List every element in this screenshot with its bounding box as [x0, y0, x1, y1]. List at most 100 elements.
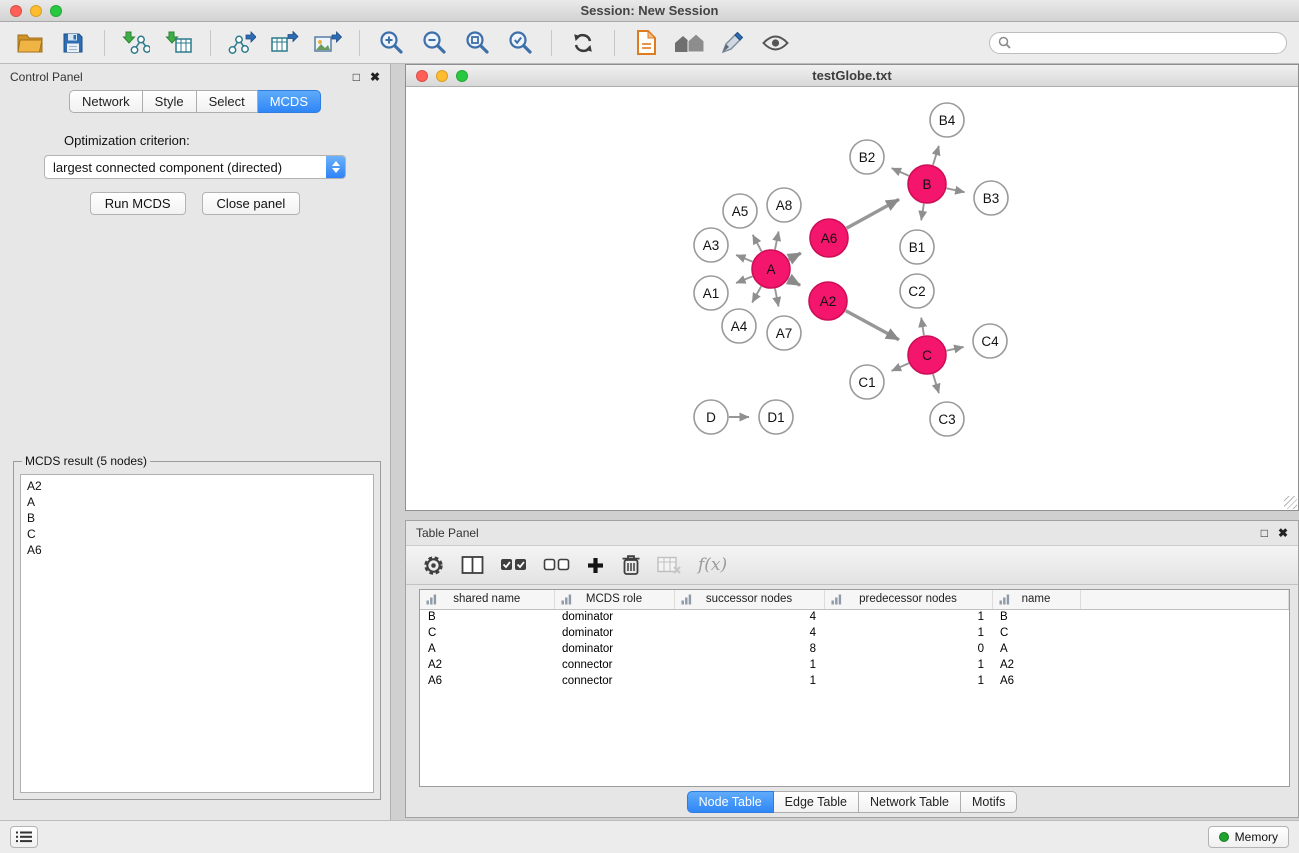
memory-button[interactable]: Memory [1208, 826, 1289, 848]
tab-motifs[interactable]: Motifs [961, 791, 1017, 813]
tab-mcds[interactable]: MCDS [258, 90, 321, 113]
table-row[interactable]: Bdominator41B [420, 609, 1289, 625]
refresh-layout-button[interactable] [565, 27, 601, 59]
graph-node-A7[interactable]: A7 [767, 316, 801, 350]
table-cell[interactable]: 0 [824, 641, 992, 657]
deselect-all-button[interactable] [543, 550, 570, 580]
task-history-button[interactable] [10, 826, 38, 848]
import-table-button[interactable] [161, 27, 197, 59]
graph-edge-A-A2[interactable] [788, 279, 800, 286]
node-table-container[interactable]: shared nameMCDS rolesuccessor nodesprede… [419, 589, 1290, 787]
graph-node-B2[interactable]: B2 [850, 140, 884, 174]
graph-edge-C-C1[interactable] [892, 363, 909, 371]
graph-node-B[interactable]: B [908, 165, 946, 203]
import-network-button[interactable] [118, 27, 154, 59]
table-cell[interactable]: dominator [554, 625, 674, 641]
graph-node-A1[interactable]: A1 [694, 276, 728, 310]
graph-node-A3[interactable]: A3 [694, 228, 728, 262]
graph-edge-A-A3[interactable] [736, 255, 752, 262]
column-header-successor-nodes[interactable]: successor nodes [674, 590, 824, 609]
graph-node-D[interactable]: D [694, 400, 728, 434]
graph-edge-B-B4[interactable] [933, 146, 939, 165]
graph-edge-B-B3[interactable] [947, 188, 965, 192]
table-row[interactable]: A2connector11A2 [420, 657, 1289, 673]
search-input[interactable] [1016, 36, 1278, 50]
graph-edge-A-A1[interactable] [736, 276, 752, 283]
graph-node-A8[interactable]: A8 [767, 188, 801, 222]
column-header-name[interactable]: name [992, 590, 1080, 609]
tab-network[interactable]: Network [69, 90, 143, 113]
add-row-button[interactable] [586, 550, 605, 580]
table-cell[interactable]: connector [554, 673, 674, 689]
run-mcds-button[interactable]: Run MCDS [90, 192, 186, 215]
tab-network-table[interactable]: Network Table [859, 791, 961, 813]
network-close-light[interactable] [416, 70, 428, 82]
table-row[interactable]: Cdominator41C [420, 625, 1289, 641]
select-all-button[interactable] [500, 550, 527, 580]
network-minimize-light[interactable] [436, 70, 448, 82]
delete-table-button[interactable] [657, 550, 682, 580]
open-session-button[interactable] [12, 27, 48, 59]
table-cell[interactable]: 4 [674, 609, 824, 625]
table-cell[interactable]: 1 [824, 625, 992, 641]
graph-edge-A-A6[interactable] [789, 253, 801, 260]
zoom-out-button[interactable] [416, 27, 452, 59]
network-document-button[interactable] [628, 27, 664, 59]
graph-node-B1[interactable]: B1 [900, 230, 934, 264]
network-zoom-light[interactable] [456, 70, 468, 82]
float-panel-icon[interactable]: □ [353, 70, 360, 84]
show-details-button[interactable] [757, 27, 793, 59]
graph-node-A[interactable]: A [752, 250, 790, 288]
column-header-shared-name[interactable]: shared name [420, 590, 554, 609]
table-cell[interactable]: 1 [824, 657, 992, 673]
table-cell[interactable]: 1 [674, 673, 824, 689]
table-cell[interactable]: 1 [824, 673, 992, 689]
graph-node-C3[interactable]: C3 [930, 402, 964, 436]
table-row[interactable]: Adominator80A [420, 641, 1289, 657]
graph-edge-A6-B[interactable] [847, 199, 900, 228]
zoom-traffic-light[interactable] [50, 5, 62, 17]
table-cell[interactable]: 8 [674, 641, 824, 657]
home-button[interactable] [671, 27, 707, 59]
table-cell[interactable]: A6 [420, 673, 554, 689]
delete-row-button[interactable] [621, 550, 641, 580]
table-cell[interactable]: A6 [992, 673, 1080, 689]
graph-edge-C-C2[interactable] [921, 318, 924, 336]
search-box[interactable] [989, 32, 1287, 54]
node-table[interactable]: shared nameMCDS rolesuccessor nodesprede… [420, 590, 1289, 689]
network-canvas[interactable]: AA2A6BCA1A3A4A5A7A8B1B2B3B4C1C2C3C4DD1 [406, 87, 1298, 510]
table-cell[interactable]: A [992, 641, 1080, 657]
graph-node-C2[interactable]: C2 [900, 274, 934, 308]
export-image-button[interactable] [310, 27, 346, 59]
graph-node-D1[interactable]: D1 [759, 400, 793, 434]
table-cell[interactable]: 1 [674, 657, 824, 673]
zoom-selected-button[interactable] [502, 27, 538, 59]
table-cell[interactable]: connector [554, 657, 674, 673]
graph-node-B4[interactable]: B4 [930, 103, 964, 137]
close-panel-icon[interactable]: ✖ [370, 70, 380, 84]
graph-node-A5[interactable]: A5 [723, 194, 757, 228]
graph-node-A4[interactable]: A4 [722, 309, 756, 343]
table-cell[interactable]: dominator [554, 609, 674, 625]
style-pen-button[interactable] [714, 27, 750, 59]
table-cell[interactable]: B [992, 609, 1080, 625]
table-cell[interactable]: dominator [554, 641, 674, 657]
network-window-titlebar[interactable]: testGlobe.txt [406, 65, 1298, 87]
table-settings-button[interactable] [422, 550, 445, 580]
close-table-panel-icon[interactable]: ✖ [1278, 526, 1288, 540]
zoom-fit-button[interactable] [459, 27, 495, 59]
zoom-in-button[interactable] [373, 27, 409, 59]
table-row[interactable]: A6connector11A6 [420, 673, 1289, 689]
table-cell[interactable]: A2 [420, 657, 554, 673]
table-cell[interactable]: 1 [824, 609, 992, 625]
criterion-dropdown[interactable]: largest connected component (directed) [44, 155, 346, 179]
table-cell[interactable]: 4 [674, 625, 824, 641]
graph-node-A2[interactable]: A2 [809, 282, 847, 320]
graph-node-B3[interactable]: B3 [974, 181, 1008, 215]
close-panel-button[interactable]: Close panel [202, 192, 301, 215]
graph-edge-A-A7[interactable] [775, 289, 779, 307]
graph-node-A6[interactable]: A6 [810, 219, 848, 257]
graph-edge-C-C3[interactable] [933, 374, 939, 393]
table-cell[interactable]: A2 [992, 657, 1080, 673]
window-titlebar[interactable]: Session: New Session [0, 0, 1299, 22]
